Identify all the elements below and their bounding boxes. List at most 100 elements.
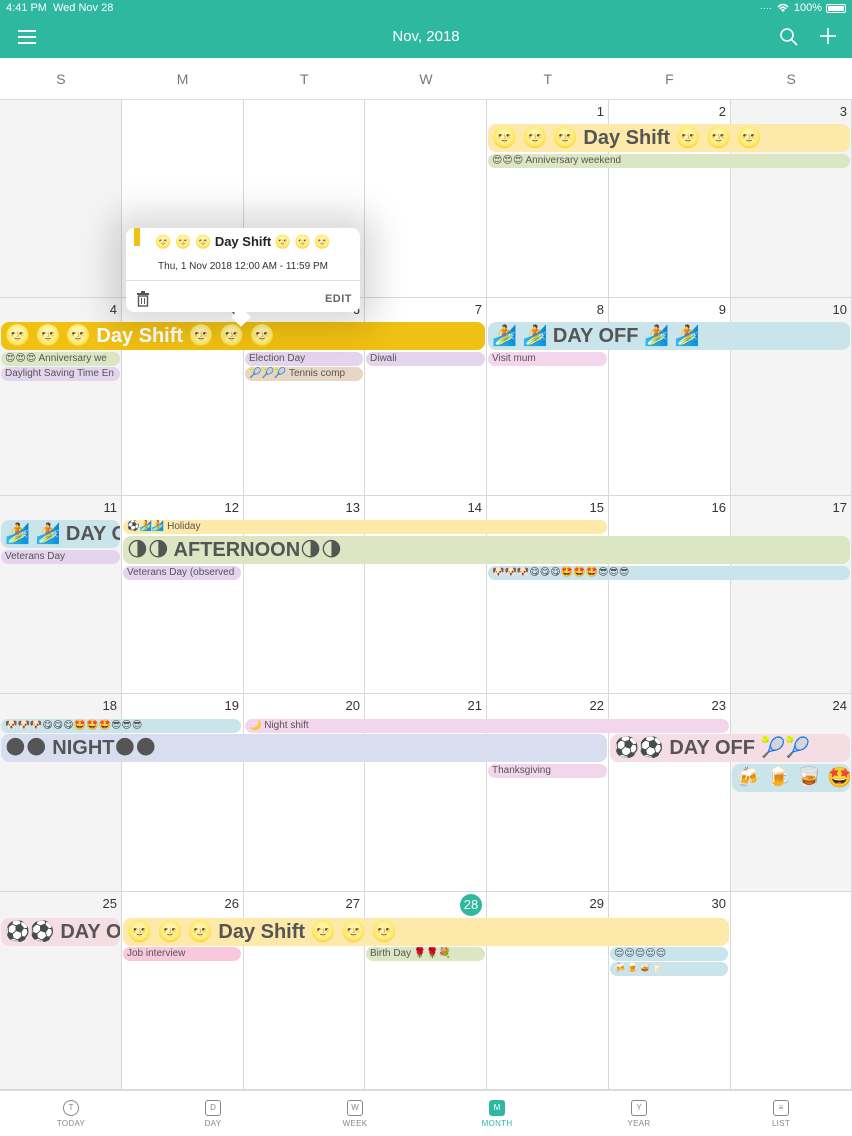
status-date: Wed Nov 28	[53, 2, 114, 14]
event-bar[interactable]: 🌝 🌝 🌝 Day Shift 🌝 🌝 🌝	[123, 918, 729, 946]
signal-icon: ····	[759, 3, 772, 13]
nav-bar: Nov, 2018	[0, 18, 852, 58]
event-bar[interactable]: 🏄 🏄 DAY O	[1, 520, 120, 548]
day-cell[interactable]: 16	[609, 496, 731, 694]
day-number: 19	[224, 698, 239, 713]
day-number: 25	[102, 896, 117, 911]
day-number: 14	[467, 500, 482, 515]
event-bar[interactable]: Veterans Day (observed	[123, 566, 241, 580]
tab-label: LIST	[771, 1119, 791, 1128]
tab-label: MONTH	[481, 1119, 513, 1128]
battery-icon	[826, 3, 846, 13]
year-icon: Y	[631, 1100, 647, 1116]
tab-label: YEAR	[627, 1119, 651, 1128]
day-cell[interactable]: 17	[731, 496, 852, 694]
weekday-label: S	[56, 71, 66, 87]
event-bar[interactable]: 😍😍😍 Anniversary weekend	[488, 154, 850, 168]
add-event-icon[interactable]	[818, 26, 838, 46]
tab-month[interactable]: M MONTH	[426, 1091, 568, 1136]
day-number: 23	[711, 698, 726, 713]
day-number: 2	[718, 104, 726, 119]
day-number: 16	[711, 500, 726, 515]
event-bar[interactable]: 😌😌😌😌😌	[610, 947, 728, 961]
event-bar[interactable]: ⚽⚽ DAY OFF 🎾🎾	[610, 734, 850, 762]
weekday-header: S M T W T F S	[0, 58, 852, 100]
event-bar[interactable]: 😍😍😍 Anniversary we	[1, 352, 120, 366]
list-icon: ≡	[773, 1100, 789, 1116]
weekday-label: F	[665, 71, 674, 87]
day-number: 10	[832, 302, 847, 317]
month-title[interactable]: Nov, 2018	[0, 28, 852, 45]
event-bar[interactable]: Veterans Day	[1, 550, 120, 564]
day-cell[interactable]	[731, 892, 852, 1090]
popup-divider	[126, 280, 360, 281]
tab-bar: T TODAY D DAY W WEEK M MONTH Y YEAR ≡ LI…	[0, 1090, 852, 1136]
event-bar[interactable]: 🎾🎾🎾 Tennis comp	[245, 367, 363, 381]
tab-year[interactable]: Y YEAR	[568, 1091, 710, 1136]
day-number: 15	[589, 500, 604, 515]
event-bar[interactable]: ⚽⚽ DAY O	[1, 918, 120, 946]
day-cell[interactable]: 24	[731, 694, 852, 892]
event-bar[interactable]: 🌝 🌝 🌝 Day Shift 🌝 🌝 🌝	[1, 322, 485, 350]
event-bar[interactable]: 🏄 🏄 DAY OFF 🏄 🏄	[488, 322, 850, 350]
tab-day[interactable]: D DAY	[142, 1091, 284, 1136]
day-number: 11	[103, 500, 118, 515]
day-number: 4	[109, 302, 117, 317]
tab-label: TODAY	[56, 1119, 86, 1128]
event-bar[interactable]: Daylight Saving Time En	[1, 367, 120, 381]
day-cell[interactable]	[0, 100, 122, 298]
tab-list[interactable]: ≡ LIST	[710, 1091, 852, 1136]
search-icon[interactable]	[779, 27, 799, 47]
event-bar[interactable]: Job interview	[123, 947, 241, 961]
day-number: 3	[839, 104, 847, 119]
weekday-label: T	[543, 71, 553, 87]
edit-button[interactable]: EDIT	[325, 293, 352, 305]
weekday-label: W	[419, 71, 433, 87]
event-bar[interactable]: 🐶🐶🐶😋😋😋🤩🤩🤩😎😎😎	[1, 719, 241, 733]
month-icon: M	[489, 1100, 505, 1116]
status-right: ···· 100%	[760, 2, 846, 14]
battery-percent: 100%	[793, 2, 822, 14]
event-bar[interactable]: Visit mum	[488, 352, 607, 366]
event-popup[interactable]: 🌝 🌝 🌝 Day Shift 🌝 🌝 🌝 Thu, 1 Nov 2018 12…	[126, 228, 360, 327]
popup-event-time: Thu, 1 Nov 2018 12:00 AM - 11:59 PM	[158, 261, 328, 272]
day-number: 27	[345, 896, 360, 911]
event-bar[interactable]: 🐶🐶🐶😋😋😋🤩🤩🤩😎😎😎	[488, 566, 850, 580]
event-bar[interactable]: Birth Day 🌹🌹💐	[366, 947, 485, 961]
event-bar[interactable]: 🌝 🌝 🌝 Day Shift 🌝 🌝 🌝	[488, 124, 850, 152]
tab-today[interactable]: T TODAY	[0, 1091, 142, 1136]
day-number: 29	[589, 896, 604, 911]
day-number: 30	[711, 896, 726, 911]
event-bar[interactable]: 🌗🌗 AFTERNOON🌗🌗	[123, 536, 850, 564]
event-bar[interactable]: Election Day	[245, 352, 363, 366]
day-number: 12	[224, 500, 239, 515]
event-bar[interactable]: ⚽🏄🏄 Holiday	[123, 520, 607, 534]
event-bar[interactable]: 🌙 Night shift	[245, 719, 729, 733]
day-number: 13	[345, 500, 360, 515]
event-bar[interactable]: Thanksgiving	[488, 764, 607, 778]
popup-event-title: 🌝 🌝 🌝 Day Shift 🌝 🌝 🌝	[155, 234, 331, 249]
trash-icon[interactable]	[136, 291, 150, 307]
tab-label: DAY	[204, 1119, 222, 1128]
wifi-icon	[777, 3, 789, 12]
status-time: 4:41 PM	[6, 2, 47, 14]
day-number: 24	[832, 698, 847, 713]
day-number: 18	[102, 698, 117, 713]
day-number: 1	[596, 104, 604, 119]
day-number: 9	[718, 302, 726, 317]
event-bar[interactable]: 🍻 🍺 🥃 🤩	[732, 764, 850, 792]
weekday-label: S	[786, 71, 796, 87]
today-icon: T	[63, 1100, 79, 1116]
tab-label: WEEK	[342, 1119, 368, 1128]
tab-week[interactable]: W WEEK	[284, 1091, 426, 1136]
day-cell[interactable]	[365, 100, 487, 298]
event-bar[interactable]: Diwali	[366, 352, 485, 366]
weekday-label: M	[176, 71, 189, 87]
event-bar[interactable]: 🍻🍺🥃🥛	[610, 962, 728, 976]
status-bar: 4:41 PM Wed Nov 28 ···· 100%	[0, 0, 852, 18]
event-bar[interactable]: 🌑🌑 NIGHT🌑🌑	[1, 734, 607, 762]
day-number: 22	[589, 698, 604, 713]
day-number: 7	[474, 302, 482, 317]
day-number: 17	[832, 500, 847, 515]
day-number: 20	[345, 698, 360, 713]
